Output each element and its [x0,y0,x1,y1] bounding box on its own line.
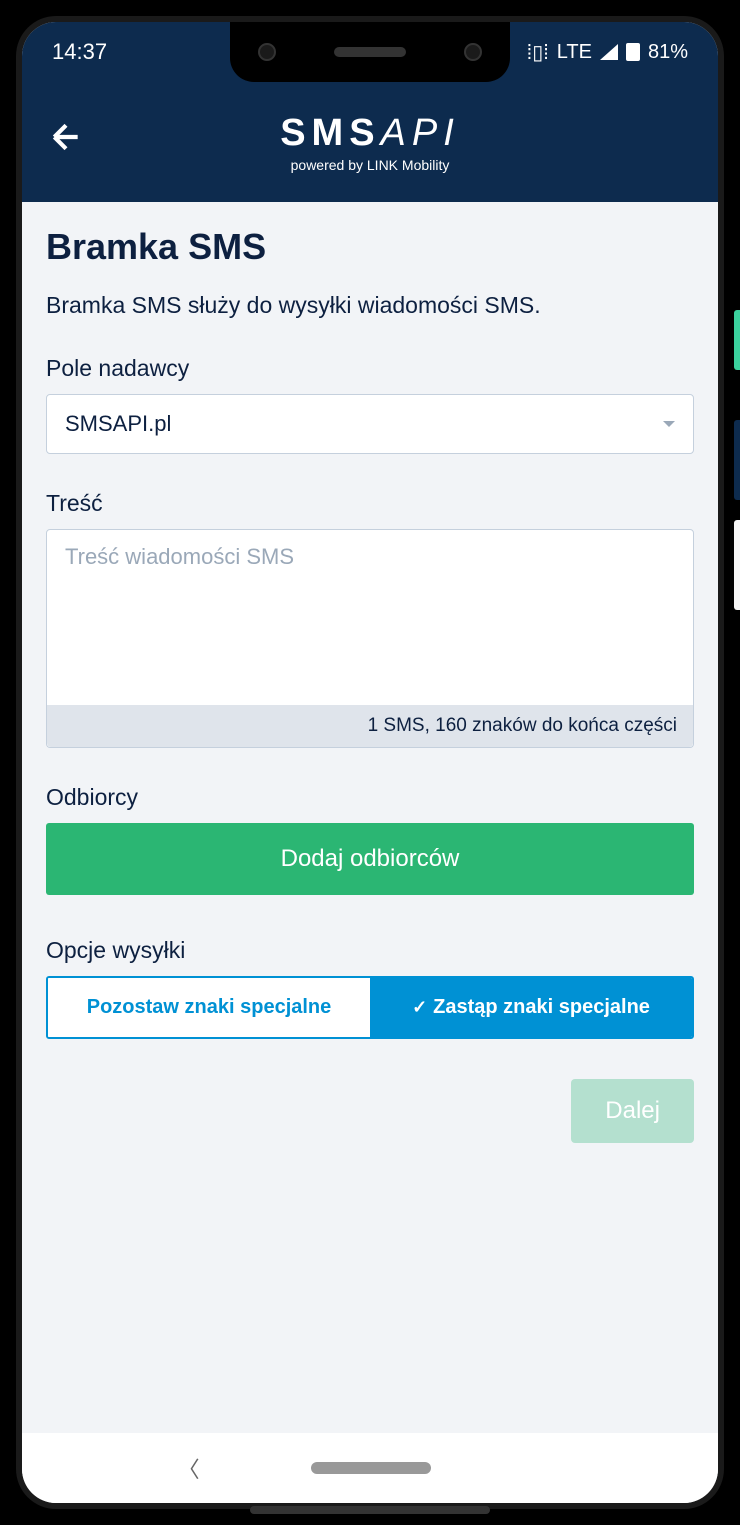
message-label: Treść [46,490,694,517]
toggle-label: Zastąp znaki specjalne [433,996,650,1019]
logo-main-text: SMSAPI [280,112,460,155]
chevron-down-icon [663,421,675,427]
app-logo: SMSAPI powered by LINK Mobility [46,112,694,173]
message-field-wrap: 1 SMS, 160 znaków do końca części [46,529,694,748]
special-chars-toggle: Pozostaw znaki specjalne ✓ Zastąp znaki … [46,976,694,1039]
signal-icon [600,44,618,60]
network-label: LTE [557,41,592,64]
status-time: 14:37 [52,39,212,65]
message-counter: 1 SMS, 160 znaków do końca części [47,705,693,747]
toggle-label: Pozostaw znaki specjalne [87,996,332,1019]
sender-label: Pole nadawcy [46,355,694,382]
keep-special-chars-button[interactable]: Pozostaw znaki specjalne [48,978,370,1037]
message-textarea[interactable] [47,530,693,700]
add-recipients-button[interactable]: Dodaj odbiorców [46,823,694,895]
replace-special-chars-button[interactable]: ✓ Zastąp znaki specjalne [370,978,692,1037]
battery-percent: 81% [648,41,688,64]
battery-icon [626,43,640,61]
phone-notch [230,22,510,82]
main-content: Bramka SMS Bramka SMS służy do wysyłki w… [22,202,718,1103]
side-accent [734,520,740,610]
options-label: Opcje wysyłki [46,937,694,964]
nav-back-button[interactable]: 〈 [178,1452,200,1484]
camera-icon [464,43,482,61]
camera-icon [258,43,276,61]
home-indicator [250,1506,490,1514]
page-title: Bramka SMS [46,226,694,268]
phone-frame: 14:37 ⁞▯⁞ LTE 81% SMSAPI powered [0,0,740,1525]
side-accent [734,310,740,370]
logo-sub-text: powered by LINK Mobility [291,157,450,173]
sender-selected-value: SMSAPI.pl [65,411,171,437]
phone-screen: 14:37 ⁞▯⁞ LTE 81% SMSAPI powered [22,22,718,1503]
status-indicators: ⁞▯⁞ LTE 81% [488,40,688,65]
vibrate-icon: ⁞▯⁞ [527,40,549,65]
app-header: SMSAPI powered by LINK Mobility [22,82,718,202]
back-button[interactable] [46,117,86,167]
side-accent [734,420,740,500]
nav-home-button[interactable] [311,1462,431,1474]
check-icon: ✓ [412,997,427,1018]
sender-select[interactable]: SMSAPI.pl [46,394,694,454]
speaker-icon [334,47,406,57]
page-description: Bramka SMS służy do wysyłki wiadomości S… [46,292,694,319]
recipients-label: Odbiorcy [46,784,694,811]
phone-bezel: 14:37 ⁞▯⁞ LTE 81% SMSAPI powered [16,16,724,1509]
android-nav-bar: 〈 [22,1433,718,1503]
next-button[interactable]: Dalej [571,1079,694,1143]
arrow-left-icon [46,117,86,157]
